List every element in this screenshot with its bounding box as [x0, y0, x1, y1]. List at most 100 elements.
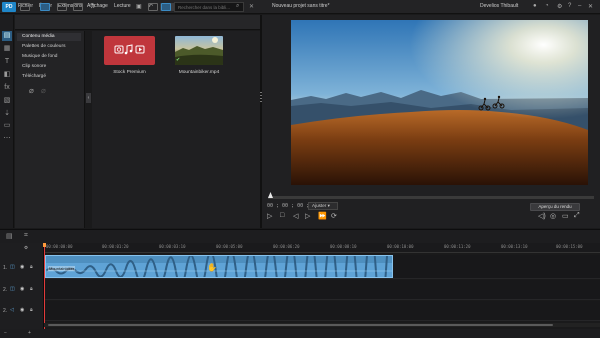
track-1-video-icon: ◫ [10, 264, 15, 270]
play-icon[interactable]: ▷ [267, 212, 272, 220]
user-name[interactable]: Develios Thibault [480, 3, 518, 9]
stock-premium-label: Stock Premium [113, 70, 146, 75]
ruler-tick: 00:00:10:00 [387, 244, 414, 249]
monitor-icon[interactable]: ▭ [562, 212, 569, 220]
music-filter-icon[interactable]: ♫ [90, 3, 95, 10]
track-3-audio-icon: ◁ [10, 307, 14, 313]
fit-zoom-select[interactable]: Ajuster ▾ [308, 202, 338, 210]
video-filter-button[interactable] [57, 3, 67, 11]
timeline-footer [0, 329, 600, 338]
in-use-check-icon: ✔ [176, 57, 181, 63]
category-sound-clips[interactable]: Clip sonore [17, 63, 81, 71]
previous-frame-icon[interactable]: ◁ [293, 212, 298, 220]
stock-premium-tile[interactable] [104, 36, 155, 65]
category-background-music[interactable]: Musique de fond [17, 53, 81, 61]
media-room-icon[interactable]: ▤ [2, 31, 12, 41]
grid-view-button[interactable] [161, 3, 171, 11]
list-view-button[interactable] [148, 3, 158, 11]
track-3-visibility-icon[interactable]: ◉ [20, 307, 24, 313]
category-media-content[interactable]: Contenu média [17, 33, 81, 41]
mountainbiker-clip[interactable] [45, 255, 393, 278]
transition-room-icon[interactable]: ◧ [2, 70, 12, 80]
timeline-scrollbar-thumb[interactable] [48, 324, 553, 326]
subtitle-room-icon[interactable]: ▭ [2, 121, 12, 131]
track-settings-icon[interactable]: ⚙ [24, 245, 28, 251]
ruler-tick: 00:00:01:20 [102, 244, 129, 249]
render-preview-button[interactable]: Aperçu du rendu [530, 203, 580, 211]
account-icon[interactable]: ● [533, 3, 537, 9]
clear-search-icon[interactable]: ✕ [249, 3, 254, 10]
mountainbiker-label: Mountainbiker.mp4 [178, 70, 220, 75]
zoom-in-icon[interactable]: + [28, 330, 31, 336]
track-1-label: 1. [3, 265, 8, 271]
track-1-visibility-icon[interactable]: ◉ [20, 264, 24, 270]
mountain-scene [291, 20, 588, 185]
library-header [15, 15, 260, 30]
ruler-tick: 00:00:08:10 [330, 244, 357, 249]
ruler-tick: 00:00:13:10 [501, 244, 528, 249]
timeline-playhead[interactable] [44, 243, 45, 329]
mountainbiker-thumbnail[interactable] [175, 36, 223, 65]
track-2-visibility-icon[interactable]: ◉ [20, 286, 24, 292]
media-content-filter-button[interactable] [40, 3, 50, 11]
help-icon[interactable]: ? [568, 3, 571, 9]
clip-waveform [46, 256, 392, 277]
loop-icon[interactable]: ⟳ [331, 212, 337, 220]
track-3-label: 2. [3, 308, 8, 314]
clip-label: Mountainbiker [48, 266, 76, 271]
preview-scrubber[interactable] [268, 196, 594, 199]
ruler-tick: 00:00:05:00 [216, 244, 243, 249]
snapshot-icon[interactable]: ◎ [550, 212, 556, 220]
stock-media-icons [114, 44, 145, 55]
track-2-label: 2. [3, 287, 8, 293]
volume-icon[interactable]: ◁) [538, 212, 546, 220]
track-2-audio[interactable] [44, 301, 600, 321]
project-title: Nouveau projet sans titre* [272, 3, 330, 9]
more-rooms-icon[interactable]: ⋯ [2, 134, 12, 144]
fast-forward-icon[interactable]: ⏩ [318, 212, 327, 220]
overlay-room-icon[interactable]: ▧ [2, 96, 12, 106]
import-media-button[interactable] [20, 3, 30, 11]
track-3-lock-icon[interactable]: 🔒︎ [30, 307, 33, 313]
ruler-tick: 00:00:03:10 [159, 244, 186, 249]
link-icon[interactable]: ⌗ [24, 232, 28, 240]
audio-mixing-icon[interactable]: ⇣ [2, 109, 12, 119]
playhead-handle[interactable] [43, 243, 46, 247]
category-color-boards[interactable]: Palettes de couleurs [17, 43, 81, 51]
collapse-panel-button[interactable]: ‹ [86, 93, 91, 103]
library-search-input[interactable] [174, 2, 244, 12]
ruler-tick: 00:00:00:00 [46, 244, 73, 249]
ruler-tick: 00:00:06:20 [273, 244, 300, 249]
app-logo: PD [2, 2, 16, 12]
track-2-lock-icon[interactable]: 🔒︎ [30, 286, 33, 292]
ruler-tick: 00:00:11:20 [444, 244, 471, 249]
image-filter-button[interactable] [73, 3, 83, 11]
ruler-tick: 00:00:15:00 [556, 244, 583, 249]
zoom-out-icon[interactable]: − [4, 330, 7, 336]
mountain-thumb-art [175, 37, 223, 65]
fit-zoom-value: Ajuster [312, 203, 327, 208]
stop-icon[interactable]: □ [280, 212, 284, 219]
remove-tag-icon[interactable]: ⌀ [41, 86, 46, 95]
category-downloaded[interactable]: Téléchargé [17, 73, 81, 81]
mouse-pointer-icon: ✋ [207, 263, 217, 272]
effect-room-icon[interactable]: fx [2, 83, 12, 93]
timeline-tools-icon[interactable]: ▤ [6, 232, 13, 240]
minimize-icon[interactable]: – [578, 3, 581, 9]
close-icon[interactable]: ✕ [588, 3, 593, 10]
next-frame-icon[interactable]: ▷ [305, 212, 310, 220]
save-icon[interactable]: ▣ [136, 3, 142, 10]
track-2-video-icon: ◫ [10, 286, 15, 292]
notification-icon[interactable]: ◔ [545, 3, 549, 9]
title-room-icon[interactable]: T [2, 57, 12, 67]
track-2-video[interactable] [44, 280, 600, 300]
track-1-lock-icon[interactable]: 🔒︎ [30, 264, 33, 270]
settings-icon[interactable]: ⚙ [557, 3, 562, 10]
search-icon[interactable]: ⌕ [236, 3, 239, 10]
add-tag-icon[interactable]: ⌀ [29, 86, 34, 95]
menu-lecture[interactable]: Lecture [114, 3, 131, 9]
preview-video [291, 20, 588, 185]
fullscreen-icon[interactable]: ⤢ [574, 212, 580, 220]
timeline-toolbar [0, 229, 600, 243]
template-room-icon[interactable]: ▦ [2, 44, 12, 54]
